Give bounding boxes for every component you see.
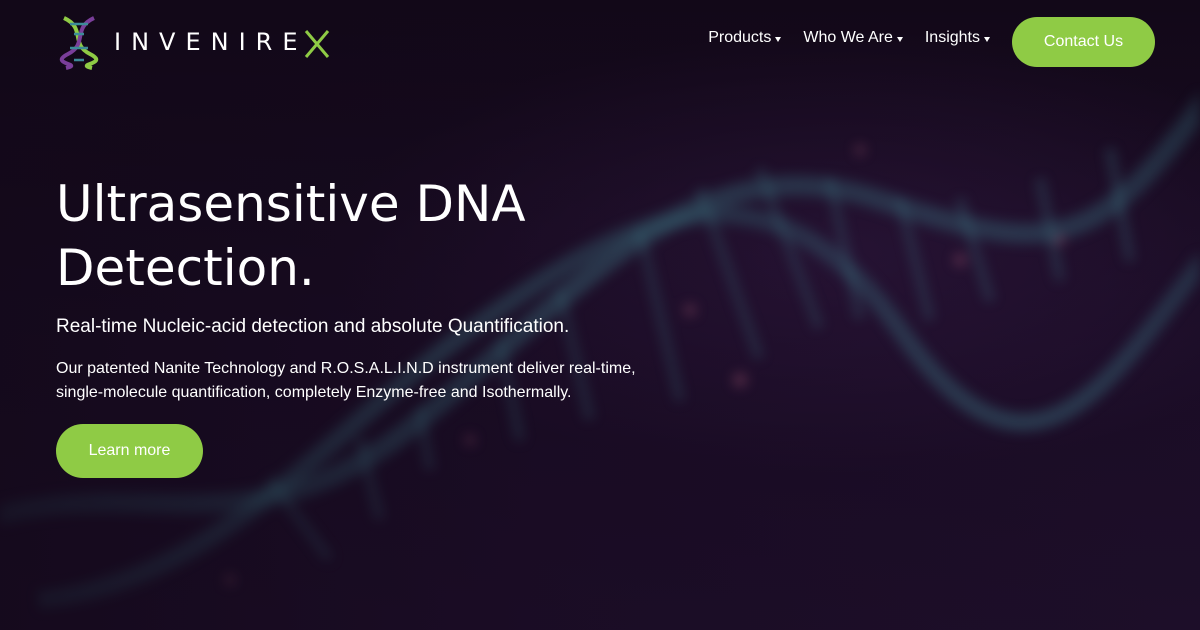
hero-background xyxy=(0,0,1200,630)
caret-down-icon xyxy=(984,36,990,42)
learn-more-button[interactable]: Learn more xyxy=(56,424,203,478)
brand-x-mark xyxy=(305,30,330,58)
main-nav: Products Who We Are Insights xyxy=(708,29,990,47)
hero-description: Our patented Nanite Technology and R.O.S… xyxy=(56,360,636,401)
contact-us-button[interactable]: Contact Us xyxy=(1012,17,1155,67)
hero-subtitle: Real-time Nucleic-acid detection and abs… xyxy=(56,316,570,337)
brand-logo[interactable]: INVENIRE xyxy=(56,14,331,70)
nav-item-label: Products xyxy=(708,29,772,46)
dna-helix-icon xyxy=(59,16,99,70)
nav-item-label: Insights xyxy=(924,29,980,46)
nav-item-who-we-are[interactable]: Who We Are xyxy=(803,29,903,47)
site-header: INVENIRE Products Who We Are Insights Co… xyxy=(0,0,1200,84)
nav-item-label: Who We Are xyxy=(803,29,893,46)
hero-title: Ultrasensitive DNA Detection. xyxy=(56,175,526,297)
caret-down-icon xyxy=(896,36,903,42)
nav-item-products[interactable]: Products xyxy=(708,29,782,47)
nav-item-insights[interactable]: Insights xyxy=(925,29,990,47)
background-vignette xyxy=(0,0,1200,630)
caret-down-icon xyxy=(775,36,782,42)
brand-wordmark: INVENIRE xyxy=(114,28,308,56)
